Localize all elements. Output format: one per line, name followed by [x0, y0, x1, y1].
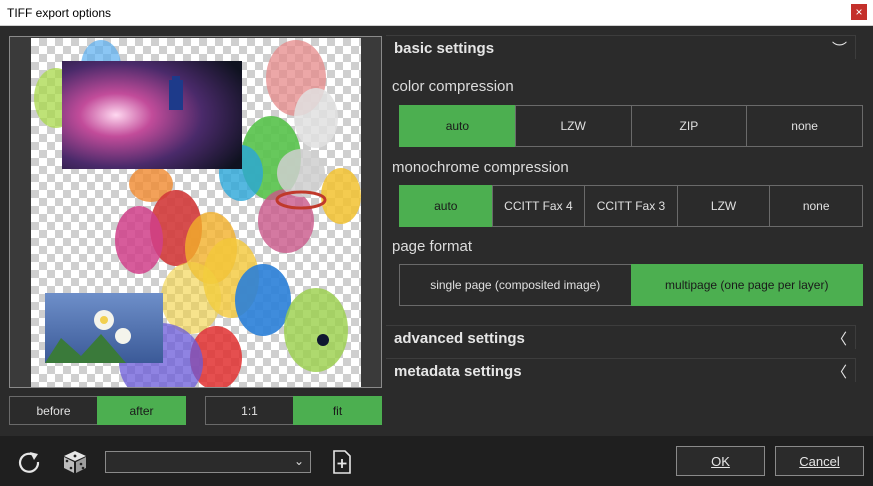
window-title: TIFF export options: [7, 6, 112, 20]
before-toggle[interactable]: before: [9, 396, 98, 425]
advanced-settings-label: advanced settings: [394, 330, 525, 347]
mono-compression-ccitt3[interactable]: CCITT Fax 3: [584, 185, 678, 227]
metadata-settings-label: metadata settings: [394, 363, 522, 380]
add-file-icon: [333, 450, 351, 474]
ok-button[interactable]: OK: [676, 446, 765, 476]
advanced-settings-header[interactable]: advanced settings 〈: [386, 325, 856, 349]
preview-artwork: [34, 40, 361, 387]
page-format-selector: single page (composited image) multipage…: [399, 264, 863, 306]
mono-compression-lzw[interactable]: LZW: [676, 185, 771, 227]
page-format-multipage[interactable]: multipage (one page per layer): [630, 264, 863, 306]
cancel-button[interactable]: Cancel: [775, 446, 864, 476]
zoom-1to1-toggle[interactable]: 1:1: [205, 396, 294, 425]
chevron-up-icon: ︶: [831, 41, 847, 58]
zoom-toggle: 1:1 fit: [205, 396, 382, 425]
color-compression-zip[interactable]: ZIP: [630, 105, 748, 147]
reset-icon: [18, 452, 40, 473]
close-button[interactable]: ×: [851, 4, 867, 20]
basic-settings-header[interactable]: basic settings ︶: [386, 35, 856, 59]
color-compression-selector: auto LZW ZIP none: [399, 105, 863, 147]
page-format-single[interactable]: single page (composited image): [399, 264, 632, 306]
metadata-settings-header[interactable]: metadata settings 〈: [386, 358, 856, 382]
chevron-down-icon: ⌄: [293, 454, 304, 468]
reset-button[interactable]: [16, 449, 42, 475]
mono-compression-label: monochrome compression: [392, 159, 569, 176]
color-compression-lzw[interactable]: LZW: [514, 105, 632, 147]
title-bar: TIFF export options ×: [0, 0, 873, 26]
preview-image: [31, 38, 361, 387]
basic-settings-label: basic settings: [394, 40, 495, 57]
close-icon: ×: [855, 5, 863, 19]
mono-compression-auto[interactable]: auto: [399, 185, 493, 227]
mono-compression-ccitt4[interactable]: CCITT Fax 4: [491, 185, 586, 227]
add-preset-button[interactable]: [331, 450, 353, 474]
mono-compression-selector: auto CCITT Fax 4 CCITT Fax 3 LZW none: [399, 185, 863, 227]
chevron-left-icon: 〈: [831, 364, 847, 381]
preview-area[interactable]: [9, 36, 382, 388]
randomize-button[interactable]: [62, 449, 88, 475]
page-format-label: page format: [392, 238, 473, 255]
after-toggle[interactable]: after: [97, 396, 186, 425]
color-compression-auto[interactable]: auto: [399, 105, 516, 147]
mono-compression-none[interactable]: none: [769, 185, 863, 227]
dice-icon: [64, 451, 86, 473]
preset-dropdown[interactable]: ⌄: [105, 451, 311, 473]
before-after-toggle: before after: [9, 396, 186, 425]
chevron-left-icon: 〈: [831, 331, 847, 348]
zoom-fit-toggle[interactable]: fit: [293, 396, 382, 425]
color-compression-label: color compression: [392, 78, 514, 95]
color-compression-none[interactable]: none: [746, 105, 863, 147]
